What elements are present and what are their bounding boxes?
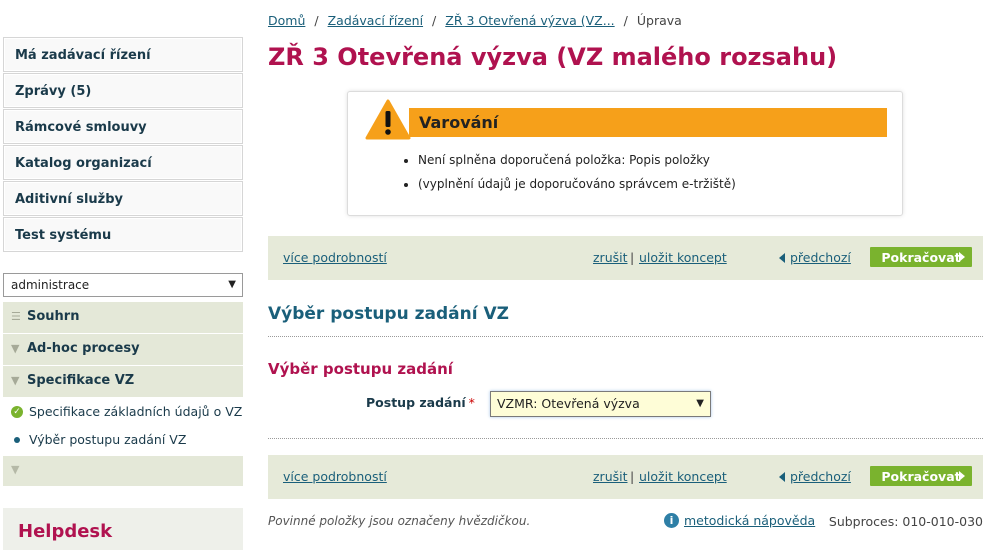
arrow-right-icon: [959, 252, 965, 262]
cancel-link[interactable]: zrušit: [593, 250, 628, 265]
previous-link[interactable]: předchozí: [790, 250, 851, 265]
warning-icon: [365, 99, 411, 140]
administration-select[interactable]: administrace ▼: [3, 273, 243, 297]
subsection-title: Výběr postupu zadání: [268, 360, 453, 378]
sidebar-menu: Má zadávací řízení Zprávy (5) Rámcové sm…: [3, 37, 243, 253]
separator: |: [630, 250, 635, 265]
arrow-right-icon: [959, 471, 965, 481]
action-bar-bottom: více podrobností zrušit | uložit koncept…: [268, 455, 983, 499]
arrow-left-icon: [779, 253, 785, 263]
previous-link[interactable]: předchozí: [790, 469, 851, 484]
separator: |: [630, 469, 635, 484]
sidebar-item-my-procedures[interactable]: Má zadávací řízení: [3, 37, 243, 72]
procedure-select[interactable]: VZMR: Otevřená výzva ▼: [490, 391, 711, 417]
sidebar-item-messages[interactable]: Zprávy (5): [3, 73, 243, 108]
section-title: Výběr postupu zadání VZ: [268, 304, 509, 324]
breadcrumb-edit: Úprava: [636, 13, 682, 28]
chevron-down-icon: ▼: [228, 279, 236, 290]
info-icon: i: [664, 513, 679, 528]
continue-button[interactable]: Pokračovat: [870, 466, 972, 486]
subnav-item-specification[interactable]: ▼ Specifikace VZ: [3, 366, 243, 397]
methodical-help[interactable]: i metodická nápověda: [664, 513, 815, 528]
warning-title: Varování: [409, 108, 887, 137]
sidebar-item-organization-catalog[interactable]: Katalog organizací: [3, 145, 243, 180]
subnav-item-adhoc[interactable]: ▼ Ad-hoc procesy: [3, 334, 243, 365]
list-icon: ☰: [11, 310, 21, 323]
breadcrumb: Domů / Zadávací řízení / ZŘ 3 Otevřená výzva…: [268, 13, 682, 28]
sidebar-item-additive-services[interactable]: Aditivní služby: [3, 181, 243, 216]
arrow-left-icon: [779, 472, 785, 482]
continue-button[interactable]: Pokračovat: [870, 247, 972, 267]
save-draft-link[interactable]: uložit koncept: [639, 250, 727, 265]
subnav-item-collapsed[interactable]: ▼: [3, 456, 243, 486]
warning-list: Není splněna doporučená položka: Popis p…: [400, 152, 736, 200]
subnav-item-spec-choice[interactable]: Výběr postupu zadání VZ: [3, 426, 243, 454]
warning-box: Varování Není splněna doporučená položka…: [347, 91, 903, 216]
chevron-down-icon: ▼: [696, 398, 704, 409]
breadcrumb-current-procedure[interactable]: ZŘ 3 Otevřená výzva (VZ...: [445, 13, 614, 28]
breadcrumb-procedures[interactable]: Zadávací řízení: [328, 13, 423, 28]
save-draft-link[interactable]: uložit koncept: [639, 469, 727, 484]
triangle-down-icon: ▼: [11, 342, 20, 355]
bullet-icon: [14, 436, 20, 443]
divider: [268, 438, 983, 439]
check-icon: ✓: [11, 405, 23, 418]
warning-item: Není splněna doporučená položka: Popis p…: [418, 152, 736, 168]
breadcrumb-home[interactable]: Domů: [268, 13, 305, 28]
subnav-item-summary[interactable]: ☰ Souhrn: [3, 302, 243, 333]
process-subnav: ☰ Souhrn ▼ Ad-hoc procesy ▼ Specifikace VZ …: [3, 302, 243, 486]
page-title: ZŘ 3 Otevřená výzva (VZ malého rozsahu): [268, 43, 838, 71]
required-marker: *: [468, 395, 475, 410]
methodical-help-link[interactable]: metodická nápověda: [684, 513, 815, 528]
cancel-link[interactable]: zrušit: [593, 469, 628, 484]
subnav-item-spec-basic[interactable]: ✓ Specifikace základních údajů o VZ: [3, 398, 243, 426]
triangle-down-icon: ▼: [11, 374, 20, 387]
sidebar-item-framework-contracts[interactable]: Rámcové smlouvy: [3, 109, 243, 144]
more-details-link[interactable]: více podrobností: [283, 250, 387, 265]
triangle-down-icon: ▼: [11, 463, 20, 476]
procedure-field-label: Postup zadání *: [366, 395, 475, 410]
procedure-select-value: VZMR: Otevřená výzva: [497, 396, 640, 411]
required-fields-note: Povinné položky jsou označeny hvězdičkou…: [268, 514, 531, 528]
divider: [268, 336, 983, 337]
administration-select-value: administrace: [11, 278, 90, 292]
warning-item: (vyplnění údajů je doporučováno správcem…: [418, 176, 736, 192]
subprocess-code: Subproces: 010-010-030: [828, 514, 983, 529]
sidebar-item-system-test[interactable]: Test systému: [3, 217, 243, 252]
action-bar-top: více podrobností zrušit | uložit koncept…: [268, 236, 983, 280]
helpdesk-heading[interactable]: Helpdesk: [3, 508, 243, 550]
more-details-link[interactable]: více podrobností: [283, 469, 387, 484]
